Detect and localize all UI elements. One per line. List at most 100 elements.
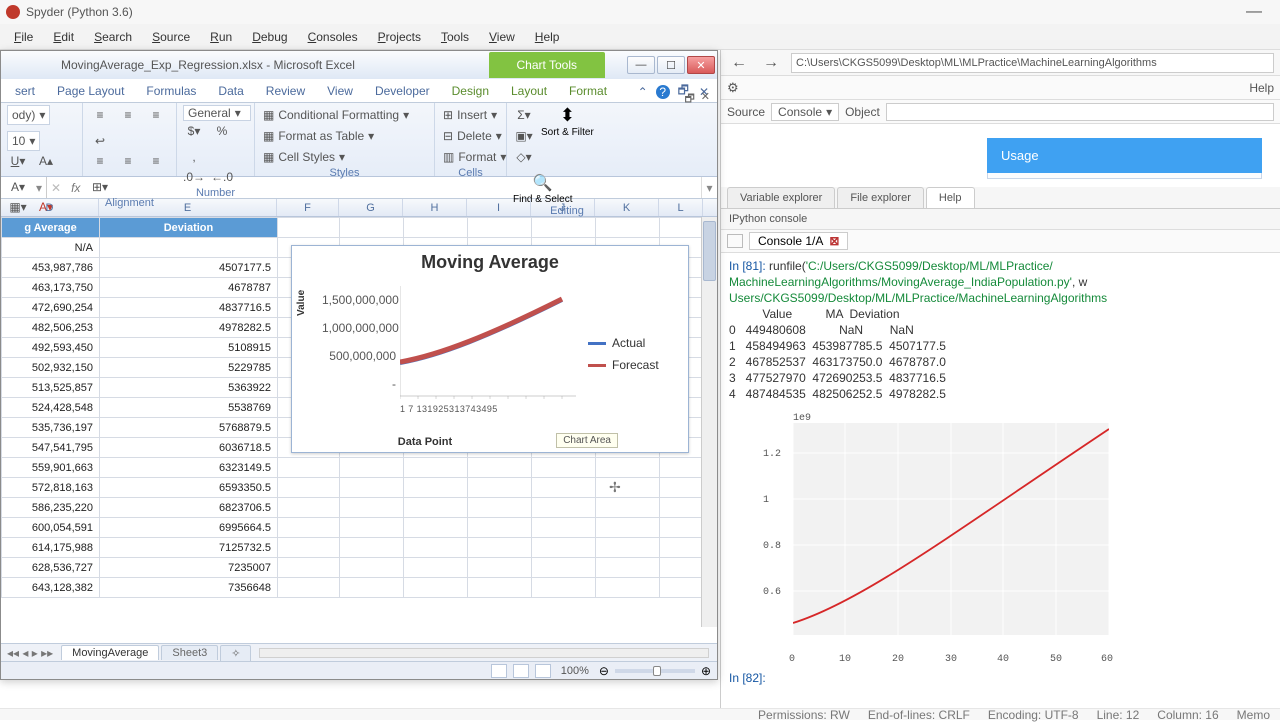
align-top-icon[interactable]: ≡ <box>89 105 111 125</box>
align-mid-icon[interactable]: ≡ <box>117 105 139 125</box>
zoom-out-button[interactable]: ⊖ <box>599 664 609 678</box>
tab-review[interactable]: Review <box>256 80 315 102</box>
font-name-select[interactable]: ody)▾ <box>7 105 50 125</box>
comma-icon[interactable]: , <box>183 147 205 167</box>
tab-developer[interactable]: Developer <box>365 80 440 102</box>
tab-formulas[interactable]: Formulas <box>136 80 206 102</box>
source-select[interactable]: Console ▾ <box>771 103 839 121</box>
tab-layout[interactable]: Layout <box>501 80 557 102</box>
tab-data[interactable]: Data <box>208 80 253 102</box>
chart-tools-tab[interactable]: Chart Tools <box>489 52 605 78</box>
pane-restore-icon[interactable]: 🗗 <box>684 90 694 109</box>
forward-button[interactable]: → <box>759 54 783 72</box>
inc-decimal-icon[interactable]: .0→ <box>183 167 205 187</box>
pane-close-icon[interactable]: ✕ <box>701 90 710 109</box>
sheet-nav[interactable]: ◂◂ ◂ ▸ ▸▸ <box>1 646 59 660</box>
wrap-text-icon[interactable]: ↩ <box>89 131 111 151</box>
align-bot-icon[interactable]: ≡ <box>145 105 167 125</box>
menu-debug[interactable]: Debug <box>242 26 297 48</box>
delete-cells-button[interactable]: ⊟ Delete ▾ <box>441 126 500 146</box>
sheet-tab-2[interactable]: Sheet3 <box>161 645 218 660</box>
insert-cells-button[interactable]: ⊞ Insert ▾ <box>441 105 500 125</box>
menu-search[interactable]: Search <box>84 26 142 48</box>
col-K[interactable]: K <box>595 199 659 216</box>
sheet-tab-active[interactable]: MovingAverage <box>61 645 159 660</box>
menu-view[interactable]: View <box>479 26 525 48</box>
cancel-formula-icon[interactable]: ✕ <box>47 181 65 195</box>
spreadsheet-grid[interactable]: g AverageDeviationN/A453,987,7864507177.… <box>1 217 717 627</box>
col-H[interactable]: H <box>403 199 467 216</box>
menu-help[interactable]: Help <box>525 26 570 48</box>
clear-icon[interactable]: ◇▾ <box>513 147 535 167</box>
cell-styles-button[interactable]: ▦ Cell Styles ▾ <box>261 147 428 167</box>
minimize-button[interactable]: — <box>1234 3 1274 21</box>
sort-filter-icon[interactable]: ⬍ <box>560 105 575 126</box>
excel-close-button[interactable]: ✕ <box>687 56 715 74</box>
menu-projects[interactable]: Projects <box>368 26 431 48</box>
fill-icon[interactable]: ▣▾ <box>513 126 535 146</box>
menu-tools[interactable]: Tools <box>431 26 479 48</box>
find-select-icon[interactable]: 🔍 <box>533 173 553 193</box>
view-break-icon[interactable] <box>535 664 551 678</box>
vertical-scrollbar[interactable] <box>701 217 717 627</box>
zoom-slider[interactable] <box>615 669 695 673</box>
underline-button[interactable]: U▾ <box>7 151 29 171</box>
tab-design[interactable]: Design <box>442 80 499 102</box>
tab-insert[interactable]: sert <box>5 80 45 102</box>
name-box[interactable]: ▾ <box>1 177 47 198</box>
tab-format[interactable]: Format <box>559 80 617 102</box>
tab-file-explorer[interactable]: File explorer <box>837 187 924 208</box>
col-F[interactable]: F <box>277 199 339 216</box>
col-I[interactable]: I <box>467 199 531 216</box>
col-G[interactable]: G <box>339 199 403 216</box>
menu-consoles[interactable]: Consoles <box>298 26 368 48</box>
font-size-select[interactable]: 10▾ <box>7 131 40 151</box>
menu-source[interactable]: Source <box>142 26 200 48</box>
conditional-formatting-button[interactable]: ▦ Conditional Formatting ▾ <box>261 105 428 125</box>
zoom-in-button[interactable]: ⊕ <box>701 664 711 678</box>
working-dir-input[interactable]: C:\Users\CKGS5099\Desktop\ML\MLPractice\… <box>791 53 1274 73</box>
excel-min-button[interactable]: — <box>627 56 655 74</box>
currency-icon[interactable]: $▾ <box>183 121 205 141</box>
increase-font-icon[interactable]: A▴ <box>35 151 57 171</box>
tab-variable-explorer[interactable]: Variable explorer <box>727 187 835 208</box>
menu-file[interactable]: File <box>4 26 43 48</box>
excel-max-button[interactable]: ☐ <box>657 56 685 74</box>
console-options-icon[interactable] <box>727 234 743 248</box>
zoom-level[interactable]: 100% <box>557 665 593 677</box>
view-normal-icon[interactable] <box>491 664 507 678</box>
format-cells-button[interactable]: ▥ Format ▾ <box>441 147 500 167</box>
tab-pagelayout[interactable]: Page Layout <box>47 80 134 102</box>
help-menu[interactable]: Help <box>1249 81 1274 95</box>
formula-expand-icon[interactable]: ▾ <box>701 177 717 198</box>
object-input[interactable] <box>886 103 1274 121</box>
col-D[interactable]: D <box>1 199 99 216</box>
col-E[interactable]: E <box>99 199 277 216</box>
autosum-icon[interactable]: Σ▾ <box>513 105 535 125</box>
col-J[interactable]: J <box>531 199 595 216</box>
close-tab-icon[interactable]: ⊠ <box>829 234 839 248</box>
align-right-icon[interactable]: ≡ <box>145 151 167 171</box>
console-output[interactable]: In [81]: runfile('C:/Users/CKGS5099/Desk… <box>721 253 1280 409</box>
tab-help[interactable]: Help <box>926 187 975 208</box>
help-icon[interactable]: ? <box>656 85 670 99</box>
percent-icon[interactable]: % <box>211 121 233 141</box>
new-sheet-icon[interactable]: ✧ <box>220 645 251 661</box>
align-center-icon[interactable]: ≡ <box>117 151 139 171</box>
menu-edit[interactable]: Edit <box>43 26 84 48</box>
embedded-chart[interactable]: Moving Average Value 1,500,000,000 1,000… <box>291 245 689 453</box>
number-format-select[interactable]: General ▾ <box>183 105 251 121</box>
back-button[interactable]: ← <box>727 54 751 72</box>
format-as-table-button[interactable]: ▦ Format as Table ▾ <box>261 126 428 146</box>
console-next-prompt[interactable]: In [82]: <box>721 669 1280 693</box>
fx-label[interactable]: fx <box>65 181 86 195</box>
tab-view[interactable]: View <box>317 80 363 102</box>
console-tab[interactable]: Console 1/A⊠ <box>749 232 848 250</box>
menu-run[interactable]: Run <box>200 26 242 48</box>
view-layout-icon[interactable] <box>513 664 529 678</box>
ribbon-collapse-icon[interactable]: ⌃ <box>636 85 650 99</box>
dec-decimal-icon[interactable]: ←.0 <box>211 167 233 187</box>
sort-filter-button[interactable]: Sort & Filter <box>541 127 594 138</box>
gear-icon[interactable]: ⚙ <box>727 80 739 96</box>
align-left-icon[interactable]: ≡ <box>89 151 111 171</box>
